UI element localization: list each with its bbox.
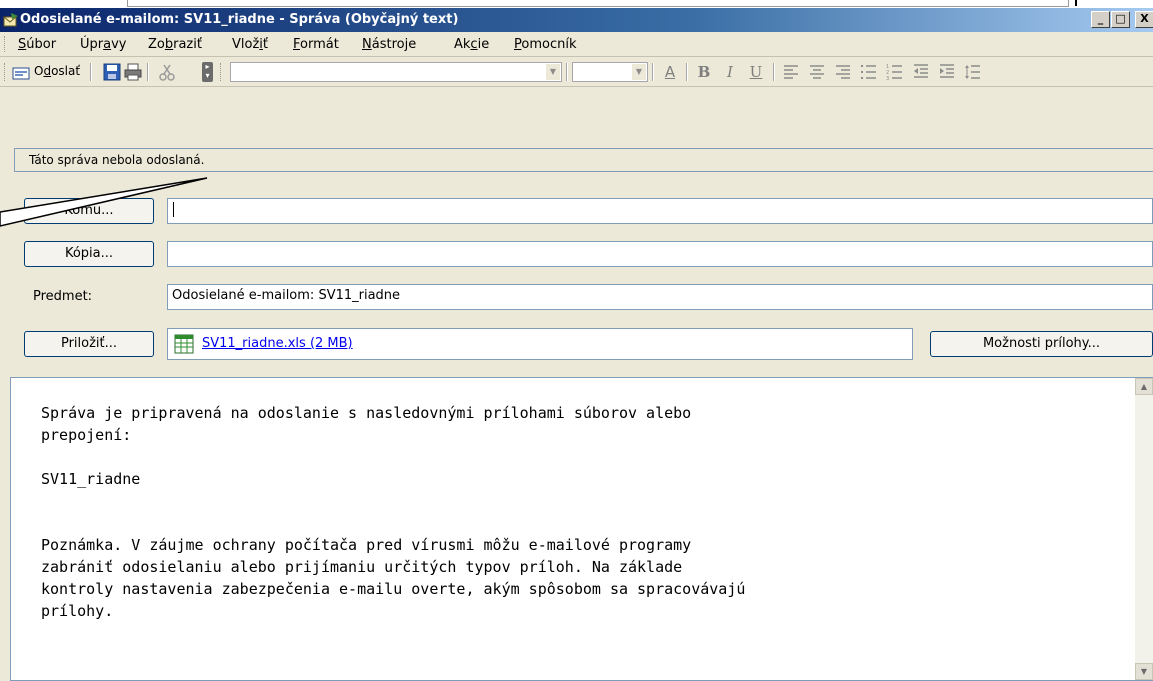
format-toolbar-grip[interactable] — [220, 63, 224, 81]
info-bar-text: Táto správa nebola odoslaná. — [29, 153, 205, 167]
to-button[interactable]: Komu... — [24, 198, 154, 224]
toolbar-separator — [686, 63, 688, 81]
menu-edit[interactable]: Úpravy — [80, 37, 126, 52]
toolbar-separator — [566, 63, 568, 81]
menu-help[interactable]: Pomocník — [514, 37, 577, 52]
menu-format[interactable]: Formát — [293, 37, 339, 52]
maximize-button[interactable]: □ — [1111, 11, 1130, 28]
message-body-text[interactable]: Správa je pripravená na odoslanie s nasl… — [41, 402, 745, 622]
vertical-scrollbar[interactable]: ▲ ▼ — [1135, 378, 1153, 680]
excel-file-icon[interactable] — [174, 334, 194, 354]
attachment-field: SV11_riadne.xls (2 MB) — [167, 328, 913, 360]
align-center-icon[interactable] — [808, 63, 826, 81]
menu-tools[interactable]: Nástroje — [362, 37, 416, 52]
menu-actions[interactable]: Akcie — [454, 37, 489, 52]
cc-button[interactable]: Kópia... — [24, 241, 154, 267]
font-combo[interactable]: ▼ — [230, 62, 562, 82]
close-icon: X — [1140, 12, 1149, 25]
menu-file[interactable]: Súbor — [18, 37, 56, 52]
background-pane-edge — [1075, 0, 1153, 6]
italic-icon[interactable]: I — [720, 63, 740, 81]
attachment-link[interactable]: SV11_riadne.xls (2 MB) — [202, 333, 353, 355]
menu-insert[interactable]: Vložiť — [232, 37, 268, 52]
message-window: Odosielané e-mailom: SV11_riadne - Správ… — [0, 8, 1153, 681]
cut-icon[interactable] — [158, 63, 176, 81]
align-right-icon[interactable] — [834, 63, 852, 81]
info-bar: Táto správa nebola odoslaná. — [14, 148, 1153, 172]
toolbar-separator — [90, 63, 92, 81]
send-label: Odoslať — [34, 64, 81, 78]
send-icon — [12, 67, 30, 80]
chevron-down-icon[interactable]: ▼ — [632, 64, 646, 80]
window-title: Odosielané e-mailom: SV11_riadne - Správ… — [20, 12, 459, 27]
text-caret — [173, 202, 174, 217]
toolbar-separator — [147, 63, 149, 81]
menu-view[interactable]: Zobraziť — [148, 37, 202, 52]
attachment-options-button[interactable]: Možnosti prílohy... — [930, 331, 1153, 357]
subject-field[interactable]: Odosielané e-mailom: SV11_riadne — [167, 284, 1153, 310]
subject-value: Odosielané e-mailom: SV11_riadne — [172, 288, 401, 303]
minimize-icon: _ — [1097, 12, 1104, 25]
bold-icon[interactable]: B — [694, 63, 714, 81]
toolbar-grip[interactable] — [4, 63, 8, 81]
font-size-combo[interactable]: ▼ — [572, 62, 648, 82]
chevron-down-icon[interactable]: ▼ — [546, 64, 560, 80]
message-icon — [3, 13, 18, 27]
send-button[interactable]: Odoslať — [12, 62, 88, 82]
print-icon[interactable] — [124, 63, 142, 81]
scroll-up-icon[interactable]: ▲ — [1135, 378, 1153, 395]
subject-label: Predmet: — [33, 289, 93, 304]
close-button[interactable]: X — [1135, 11, 1153, 28]
decrease-indent-icon[interactable] — [912, 63, 930, 81]
bullets-icon[interactable] — [860, 63, 878, 81]
attach-button[interactable]: Priložiť... — [24, 331, 154, 357]
toolbar-separator — [652, 63, 654, 81]
save-icon[interactable] — [103, 63, 121, 81]
background-pane — [127, 0, 1069, 7]
title-bar[interactable]: Odosielané e-mailom: SV11_riadne - Správ… — [0, 8, 1153, 32]
menu-bar: Súbor Úpravy Zobraziť Vložiť Formát Nást… — [0, 32, 1153, 57]
svg-text:3: 3 — [886, 76, 889, 81]
toolbar-separator — [773, 63, 775, 81]
menu-grip[interactable] — [4, 36, 8, 52]
numbering-icon[interactable]: 123 — [886, 63, 904, 81]
align-left-icon[interactable] — [782, 63, 800, 81]
minimize-button[interactable]: _ — [1091, 11, 1110, 28]
to-field[interactable] — [167, 198, 1153, 224]
underline-icon[interactable]: U — [746, 63, 766, 81]
increase-indent-icon[interactable] — [938, 63, 956, 81]
scroll-down-icon[interactable]: ▼ — [1135, 663, 1153, 680]
toolbar: Odoslať ▸ ▾ ▼ ▼ A B I U 1 2 3 — [0, 57, 1153, 87]
background-window-strip — [0, 0, 1153, 8]
line-spacing-icon[interactable] — [964, 63, 982, 81]
cc-field[interactable] — [167, 241, 1153, 267]
toolbar-options-icon[interactable]: ▸ ▾ — [202, 62, 213, 82]
maximize-icon: □ — [1115, 12, 1126, 25]
message-body[interactable]: Správa je pripravená na odoslanie s nasl… — [10, 377, 1153, 681]
font-color-icon[interactable]: A — [660, 63, 680, 81]
